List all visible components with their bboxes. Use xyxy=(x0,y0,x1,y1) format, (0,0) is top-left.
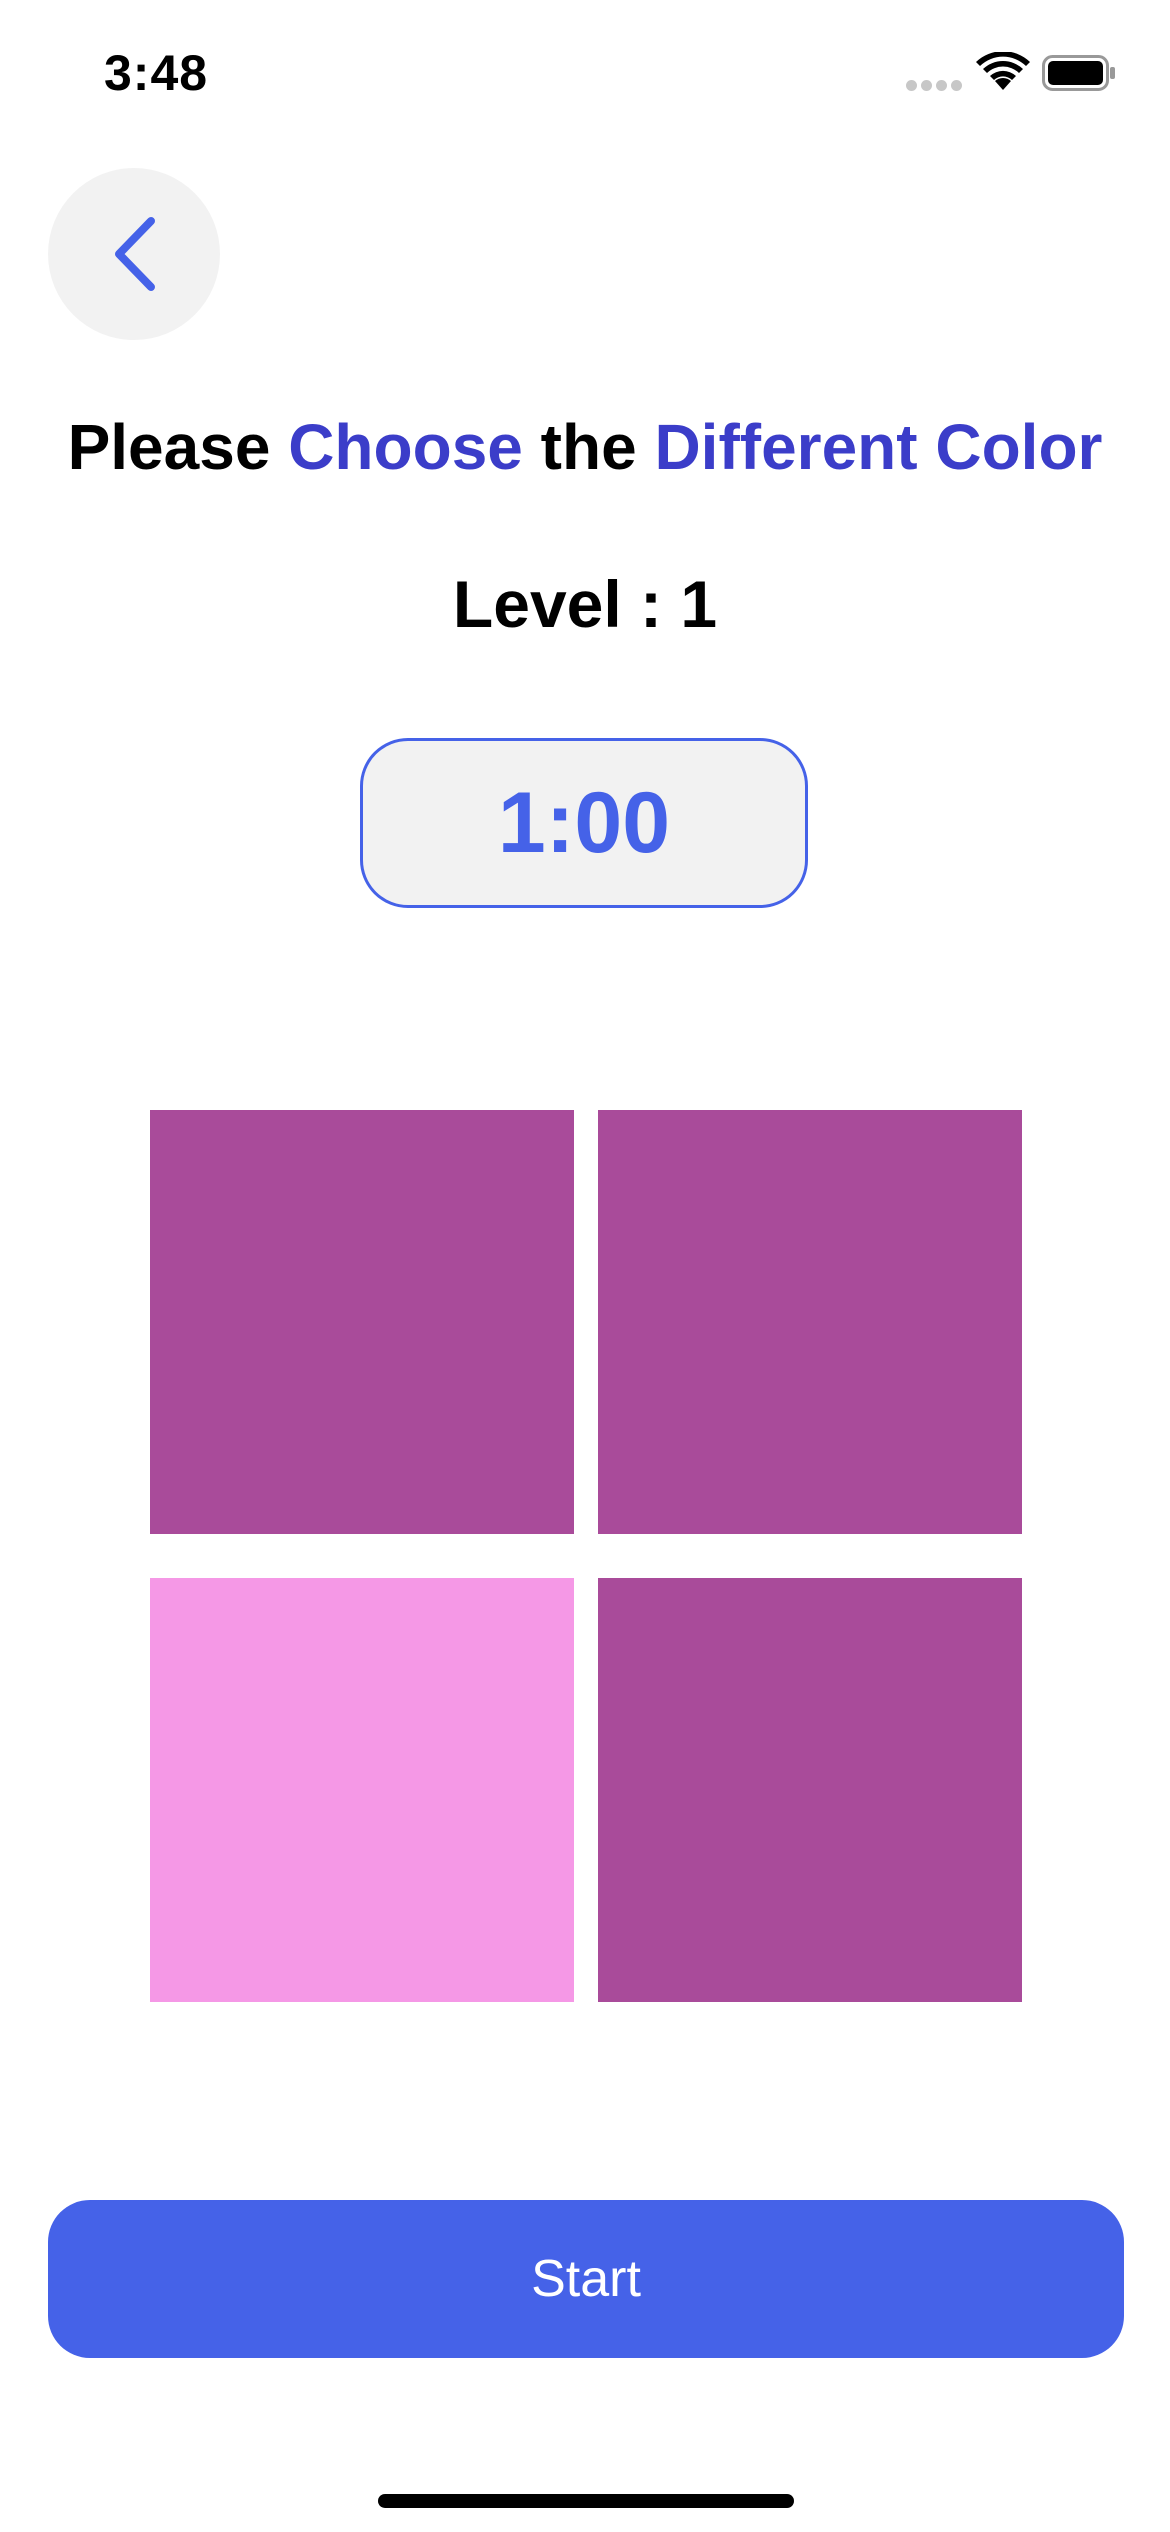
status-time: 3:48 xyxy=(104,45,209,101)
start-button[interactable]: Start xyxy=(48,2200,1124,2358)
title-part-please: Please xyxy=(67,411,289,483)
status-bar: 3:48 xyxy=(0,0,1170,150)
chevron-left-icon xyxy=(115,217,155,291)
title-part-different-color: Different Color xyxy=(654,411,1103,483)
color-tile[interactable] xyxy=(598,1110,1022,1534)
level-label: Level : 1 xyxy=(452,567,718,641)
back-button[interactable] xyxy=(48,168,220,340)
color-tile[interactable] xyxy=(598,1578,1022,2002)
title-part-choose: Choose xyxy=(288,411,523,483)
timer-display: 1:00 xyxy=(360,738,808,908)
color-tile[interactable] xyxy=(150,1110,574,1534)
signal-icon xyxy=(906,80,962,92)
page-title: Please Choose the Different Color xyxy=(0,410,1170,484)
home-indicator xyxy=(378,2494,794,2508)
title-part-the: the xyxy=(522,411,655,483)
color-tile[interactable] xyxy=(150,1578,574,2002)
battery-icon xyxy=(1042,55,1115,91)
wifi-icon xyxy=(976,52,1030,90)
color-grid xyxy=(150,1110,1022,2002)
